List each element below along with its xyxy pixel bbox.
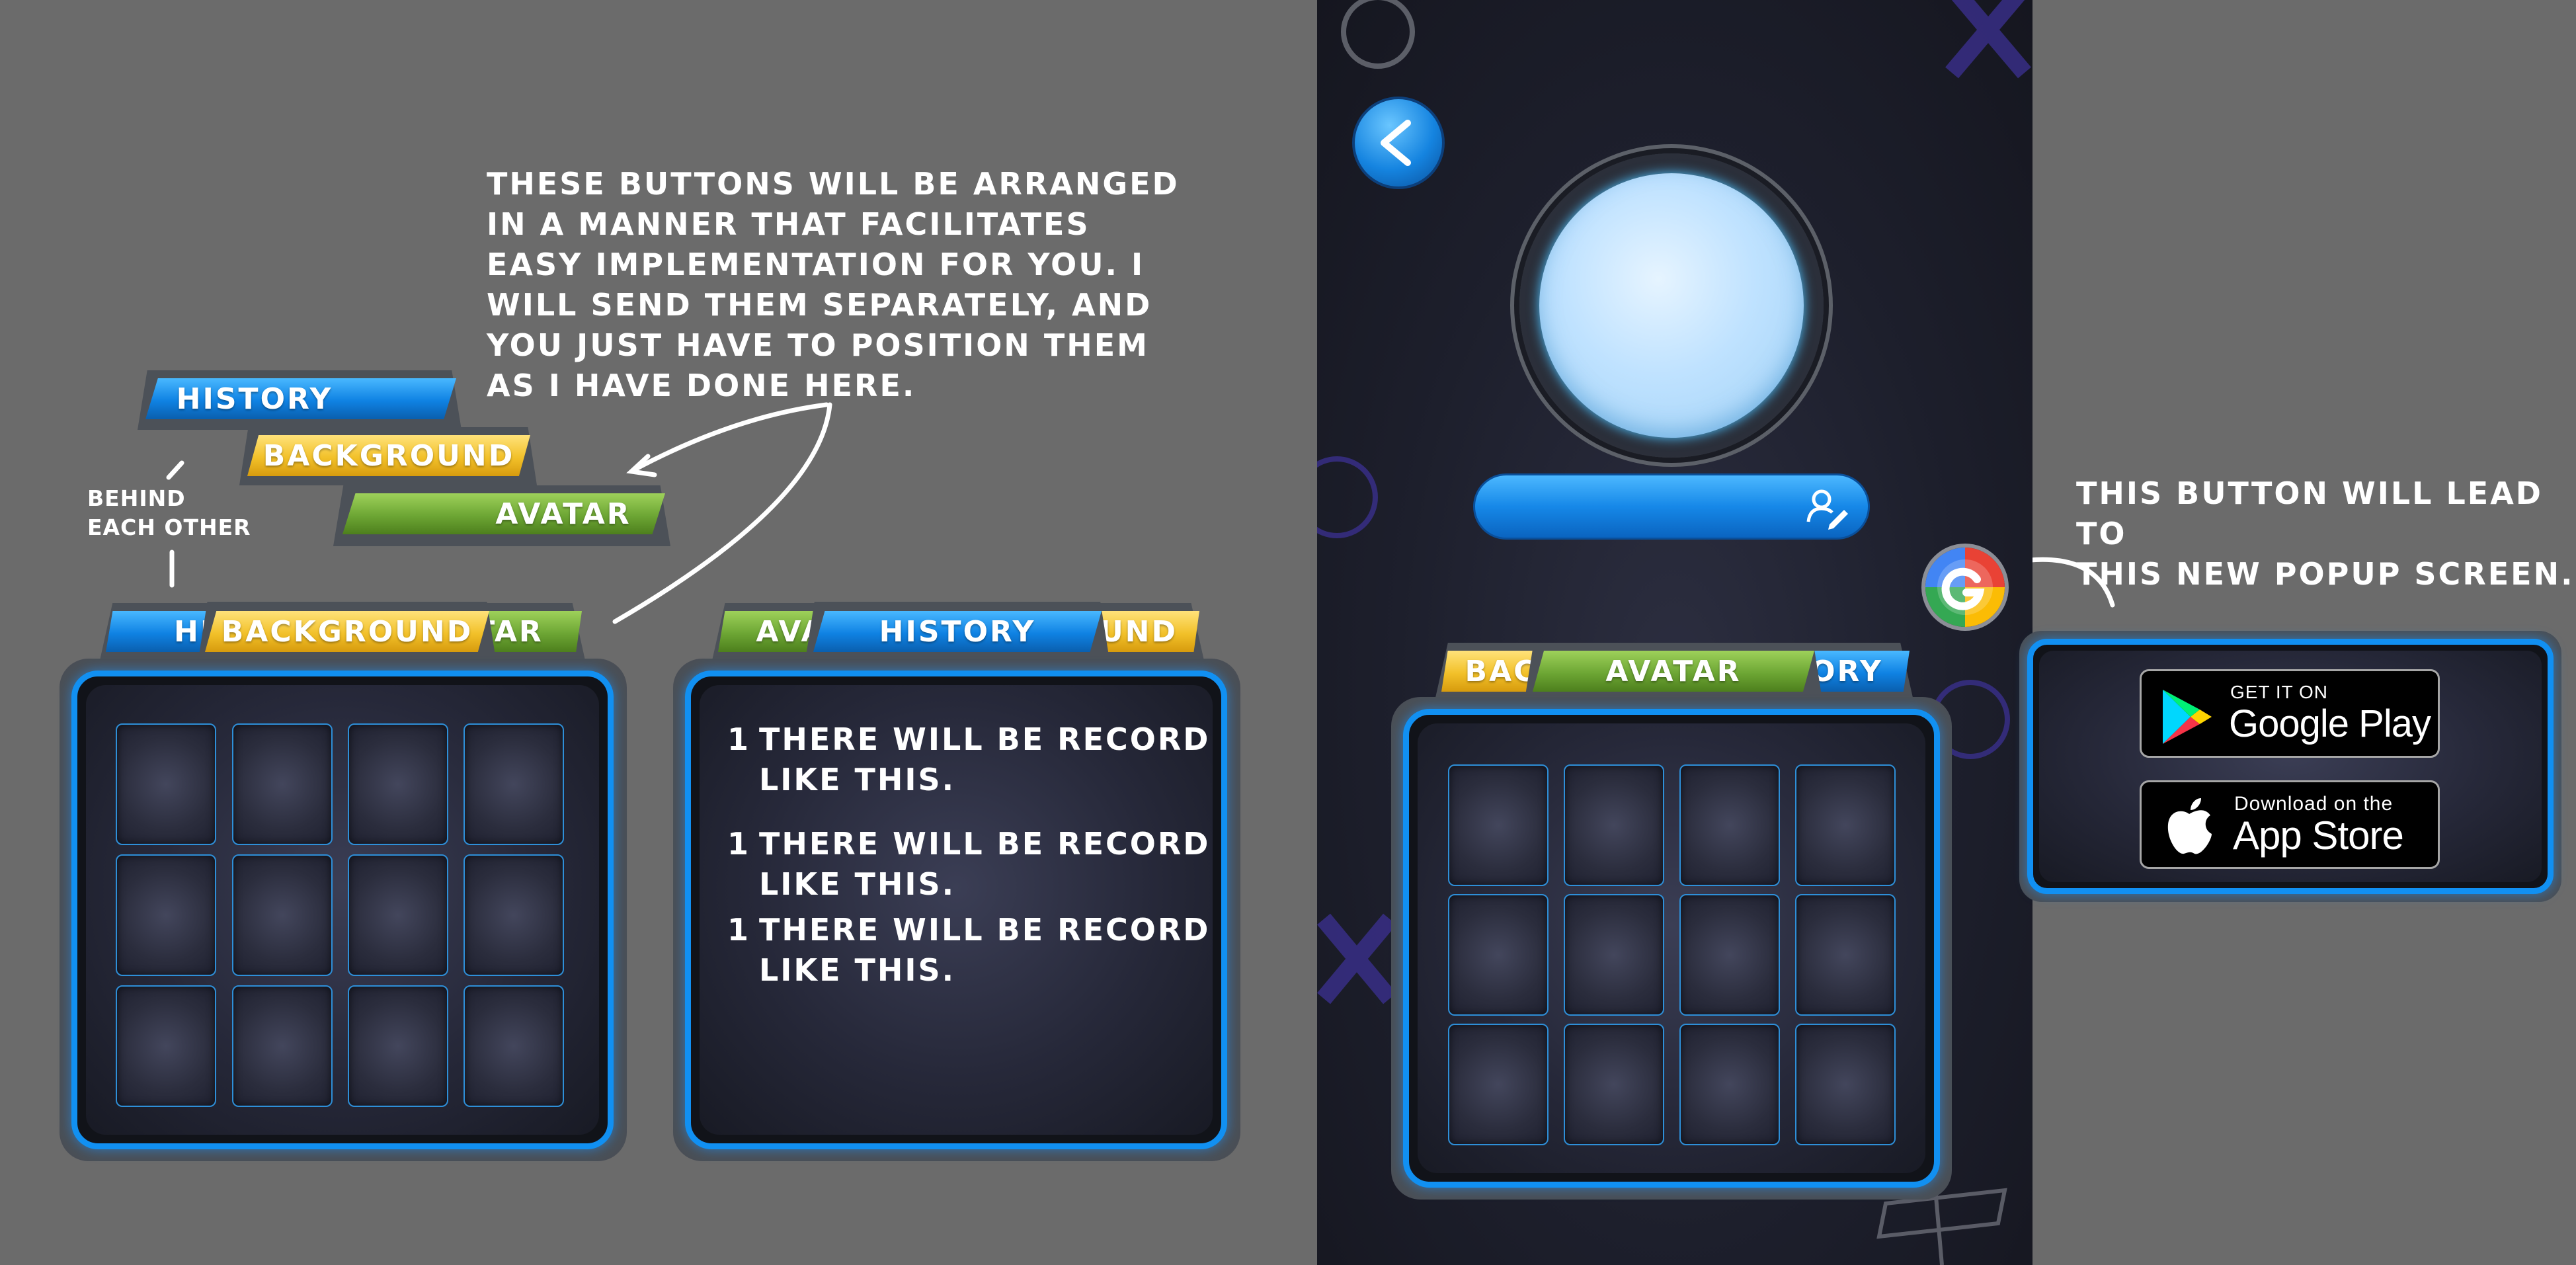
avatar-image[interactable] <box>1539 173 1804 438</box>
grid-cell[interactable] <box>1564 1024 1664 1145</box>
google-play-small-text: GET IT ON <box>2230 682 2328 702</box>
grid-cell[interactable] <box>348 985 448 1107</box>
phone-tab-avatar-label: AVATAR <box>1605 654 1742 688</box>
left-panel-tab-background[interactable]: BACKGROUND <box>205 611 489 652</box>
grid-cell[interactable] <box>1795 764 1896 886</box>
grid-cell[interactable] <box>1448 894 1549 1016</box>
record-line: THERE WILL BE RECORD <box>759 912 1211 948</box>
record-number: 1 <box>727 826 751 862</box>
middle-panel-tab-history[interactable]: HISTORY <box>813 611 1102 652</box>
grid-cell[interactable] <box>1448 1024 1549 1145</box>
google-icon <box>1937 559 1993 615</box>
grid-cell[interactable] <box>463 723 564 845</box>
app-store-button[interactable]: Download on the App Store <box>2140 780 2440 869</box>
grid-cell[interactable] <box>1564 894 1664 1016</box>
app-store-small-text: Download on the <box>2234 793 2394 815</box>
middle-panel-tab-history-label: HISTORY <box>879 614 1036 649</box>
name-field[interactable] <box>1473 473 1870 540</box>
grid-cell[interactable] <box>1448 764 1549 886</box>
middle-panel-tab-background-label: UND <box>1099 614 1178 649</box>
google-play-big-text: Google Play <box>2229 702 2431 745</box>
grid-cell[interactable] <box>1679 894 1780 1016</box>
grid-cell[interactable] <box>116 854 216 976</box>
grid-cell[interactable] <box>1679 1024 1780 1145</box>
chevron-left-icon <box>1381 120 1411 166</box>
record-line: THERE WILL BE RECORD <box>759 826 1211 862</box>
record-line: THERE WILL BE RECORD <box>759 721 1211 757</box>
history-record: 1 THERE WILL BE RECORD LIKE THIS. <box>727 719 1208 797</box>
record-number: 1 <box>727 721 751 757</box>
phone-panel-content <box>1418 723 1925 1173</box>
history-tab[interactable]: HISTORY <box>145 378 456 419</box>
left-panel-content <box>86 685 599 1135</box>
back-button[interactable] <box>1352 97 1445 189</box>
user-edit-icon <box>1806 489 1848 530</box>
history-record: 1 THERE WILL BE RECORD LIKE THIS. <box>727 910 1208 988</box>
record-line: LIKE THIS. <box>759 762 956 797</box>
grid-cell[interactable] <box>348 854 448 976</box>
avatar-tab[interactable]: AVATAR <box>342 493 665 534</box>
left-panel-tab-background-label: BACKGROUND <box>221 614 473 649</box>
grid-cell[interactable] <box>116 723 216 845</box>
phone-tab-history-label: ORY <box>1810 654 1883 688</box>
history-tab-label: HISTORY <box>176 382 333 416</box>
record-line: LIKE THIS. <box>759 866 956 902</box>
grid-cell[interactable] <box>463 854 564 976</box>
background-tab-label: BACKGROUND <box>262 438 515 473</box>
app-store-big-text: App Store <box>2233 813 2404 858</box>
grid-cell[interactable] <box>348 723 448 845</box>
grid-cell[interactable] <box>463 985 564 1107</box>
phone-tab-background-label: BAC <box>1465 654 1537 688</box>
google-play-button[interactable]: GET IT ON Google Play <box>2140 669 2440 758</box>
avatar-tab-label: AVATAR <box>495 497 631 531</box>
grid-cell[interactable] <box>1795 894 1896 1016</box>
phone-screen: BAC ORY AVATAR <box>1317 0 2033 1265</box>
background-tab[interactable]: BACKGROUND <box>247 435 530 476</box>
middle-panel-content: 1 THERE WILL BE RECORD LIKE THIS. 1 THER… <box>700 685 1213 1135</box>
grid-cell[interactable] <box>232 985 333 1107</box>
grid-cell[interactable] <box>232 723 333 845</box>
grid-cell[interactable] <box>1679 764 1780 886</box>
apple-icon <box>2167 798 2212 854</box>
history-record: 1 THERE WILL BE RECORD LIKE THIS. <box>727 824 1208 902</box>
record-line: LIKE THIS. <box>759 952 956 988</box>
google-button[interactable] <box>1925 548 2005 627</box>
google-play-icon <box>2163 690 2212 744</box>
grid-cell[interactable] <box>116 985 216 1107</box>
phone-tab-avatar[interactable]: AVATAR <box>1533 651 1814 692</box>
grid-cell[interactable] <box>232 854 333 976</box>
grid-cell[interactable] <box>1564 764 1664 886</box>
grid-cell[interactable] <box>1795 1024 1896 1145</box>
record-number: 1 <box>727 912 751 948</box>
